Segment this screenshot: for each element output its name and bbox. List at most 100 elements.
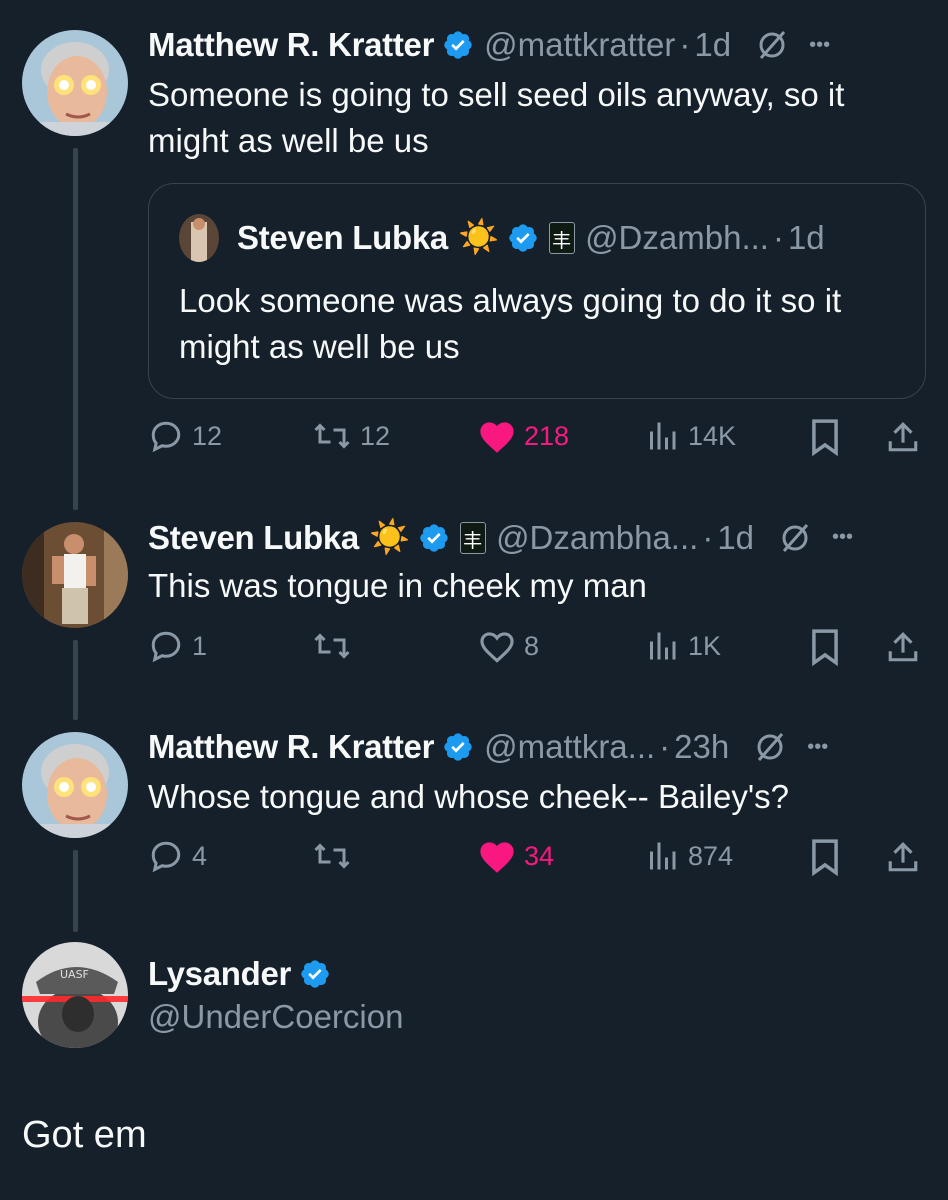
tweet-text: Someone is going to sell seed oils anywa… [148,76,845,159]
helmet-text: UASF [60,968,89,981]
views-count: 1K [688,630,722,661]
heart-icon [480,422,514,453]
views-count: 874 [688,840,734,871]
bookmark-icon [812,629,838,666]
thread-line [73,850,78,932]
author-name[interactable]: Matthew R. Kratter [148,26,434,64]
views-button[interactable]: 874 [644,838,733,874]
bookmark-icon [812,839,838,876]
retweet-button[interactable]: 12 [312,418,390,454]
avatar[interactable] [22,522,128,628]
bookmark-button[interactable] [808,628,842,666]
share-icon [888,842,918,872]
views-button[interactable]: 1K [644,628,721,664]
tweet-text: This was tongue in cheek my man [148,567,647,604]
retweet-button[interactable] [312,628,360,664]
reply-icon [151,631,181,663]
quoted-tweet[interactable]: Steven Lubka ☀️ 丰 @Dzambh... · 1d Look s… [148,183,926,399]
sun-emoji: ☀️ [457,218,500,255]
tweet-header: Matthew R. Kratter @mattkratter · 1d ••• [148,26,830,64]
more-options-icon[interactable]: ••• [809,34,830,57]
reply-count: 1 [192,630,208,661]
tweet-text: Whose tongue and whose cheek-- Bailey's? [148,778,790,815]
views-button[interactable]: 14K [644,418,736,454]
quote-author-handle: @Dzambh... [585,218,769,256]
avatar[interactable] [22,30,128,136]
tweet-header: Steven Lubka ☀️ 丰 @Dzambha... · 1d ••• [148,518,853,557]
reply-count: 12 [192,420,223,451]
timestamp[interactable]: 23h [674,728,729,766]
retweet-icon [314,633,350,659]
affiliate-badge-icon: 丰 [549,221,576,254]
reply-count: 4 [192,840,208,871]
action-bar: 1 8 1K [148,628,928,672]
reply-button[interactable]: 4 [148,838,207,874]
bookmark-button[interactable] [808,418,842,456]
timestamp[interactable]: 1d [717,519,754,557]
like-count: 8 [524,630,540,661]
quote-text: Look someone was always going to do it s… [179,282,842,365]
share-icon [888,632,918,662]
reply-text: Got em [22,1114,147,1156]
reply-icon [151,841,181,873]
verified-badge-icon [444,733,472,761]
heart-icon [480,632,514,663]
quote-author-name[interactable]: Steven Lubka [237,219,448,257]
timestamp[interactable]: 1d [694,26,731,64]
share-button[interactable] [886,838,920,876]
views-icon [650,632,676,660]
thread-line [73,640,78,720]
grok-icon[interactable] [757,28,787,62]
retweet-count: 12 [360,420,391,451]
reply-button[interactable]: 1 [148,628,207,664]
thread-line [73,148,78,510]
verified-badge-icon [420,523,448,552]
like-button[interactable]: 218 [478,418,569,454]
retweet-icon [314,423,350,449]
reply-button[interactable]: 12 [148,418,222,454]
author-handle[interactable]: @mattkratter [484,26,675,64]
author-handle[interactable]: @mattkra... [484,728,655,766]
share-button[interactable] [886,418,920,456]
quote-timestamp: 1d [787,218,825,256]
grok-icon[interactable] [780,521,810,555]
author-name[interactable]: Steven Lubka [148,519,359,557]
avatar[interactable] [22,732,128,838]
reply-author-name-row: Lysander [148,955,331,993]
like-button[interactable]: 8 [478,628,539,664]
bookmark-icon [812,419,838,456]
like-count: 218 [524,420,570,451]
sun-emoji: ☀️ [368,518,411,555]
avatar[interactable]: UASF [22,942,128,1048]
heart-icon [480,842,514,873]
author-handle[interactable]: @UnderCoercion [148,998,403,1036]
grok-icon[interactable] [755,730,785,764]
author-name[interactable]: Lysander [148,955,291,993]
reply-icon [151,421,181,453]
share-button[interactable] [886,628,920,666]
quote-avatar [179,214,219,262]
separator: · [679,26,691,63]
separator: · [772,218,784,256]
retweet-button[interactable] [312,838,360,874]
verified-badge-icon [301,960,329,988]
views-count: 14K [688,420,737,451]
author-handle[interactable]: @Dzambha... [496,519,698,557]
separator: · [659,728,671,765]
retweet-icon [314,843,350,869]
verified-badge-icon [444,31,472,59]
views-icon [650,422,676,450]
tweet-header: Matthew R. Kratter @mattkra... · 23h ••• [148,728,828,766]
verified-badge-icon [509,223,537,252]
share-icon [888,422,918,452]
action-bar: 4 34 874 [148,838,928,882]
more-options-icon[interactable]: ••• [807,736,828,759]
bookmark-button[interactable] [808,838,842,876]
affiliate-badge-icon: 丰 [460,521,487,554]
views-icon [650,842,676,870]
more-options-icon[interactable]: ••• [832,526,853,549]
author-name[interactable]: Matthew R. Kratter [148,728,434,766]
separator: · [702,518,714,556]
like-count: 34 [524,840,555,871]
like-button[interactable]: 34 [478,838,554,874]
